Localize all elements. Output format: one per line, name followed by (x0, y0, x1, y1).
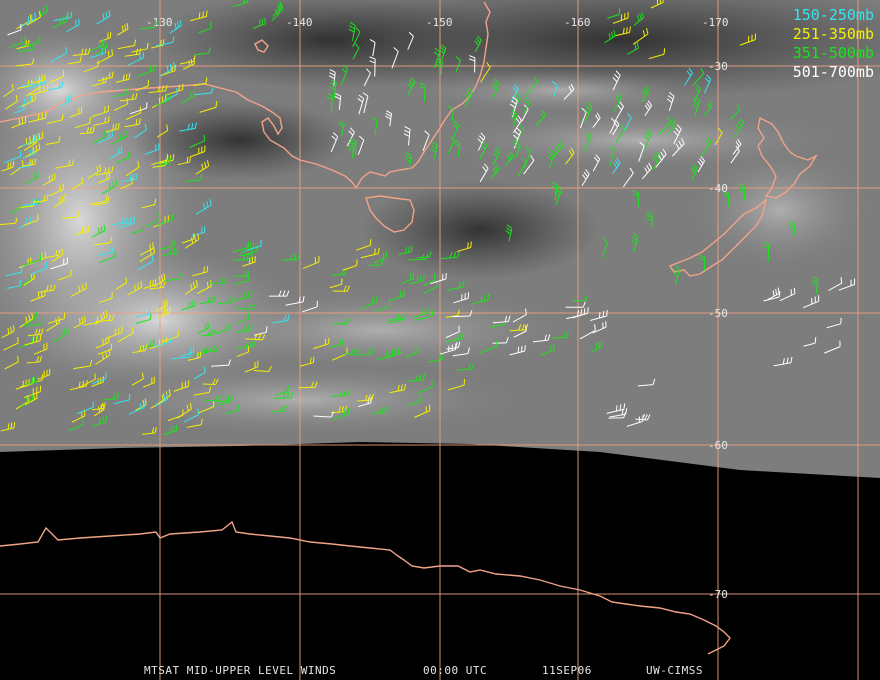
product-footer: MTSAT MID-UPPER LEVEL WINDS 00:00 UTC 11… (0, 664, 880, 678)
lat-label: -60 (708, 439, 728, 452)
lon-label: -160 (564, 16, 591, 29)
time-label: 00:00 UTC (423, 664, 488, 677)
map-canvas: -130 -140 -150 -160 -170 -30 -40 -50 -60… (0, 0, 880, 680)
product-title: MTSAT MID-UPPER LEVEL WINDS (144, 664, 337, 677)
lat-label: -30 (708, 60, 728, 73)
source-label: UW-CIMSS (646, 664, 703, 677)
lon-label: -130 (146, 16, 173, 29)
satellite-wind-map: -130 -140 -150 -160 -170 -30 -40 -50 -60… (0, 0, 880, 680)
date-label: 11SEP06 (542, 664, 592, 677)
antarctica-coastline (0, 520, 731, 655)
legend-entry: 150-250mb (792, 6, 874, 24)
legend-entry: 501-700mb (792, 63, 874, 81)
lon-label: -170 (702, 16, 729, 29)
legend-entry: 351-500mb (792, 44, 874, 62)
lat-label: -70 (708, 588, 728, 601)
lat-label: -50 (708, 307, 728, 320)
pressure-legend: 150-250mb 251-350mb 351-500mb 501-700mb (793, 6, 874, 82)
lon-label: -150 (426, 16, 453, 29)
lon-label: -140 (286, 16, 313, 29)
legend-entry: 251-350mb (792, 25, 874, 43)
